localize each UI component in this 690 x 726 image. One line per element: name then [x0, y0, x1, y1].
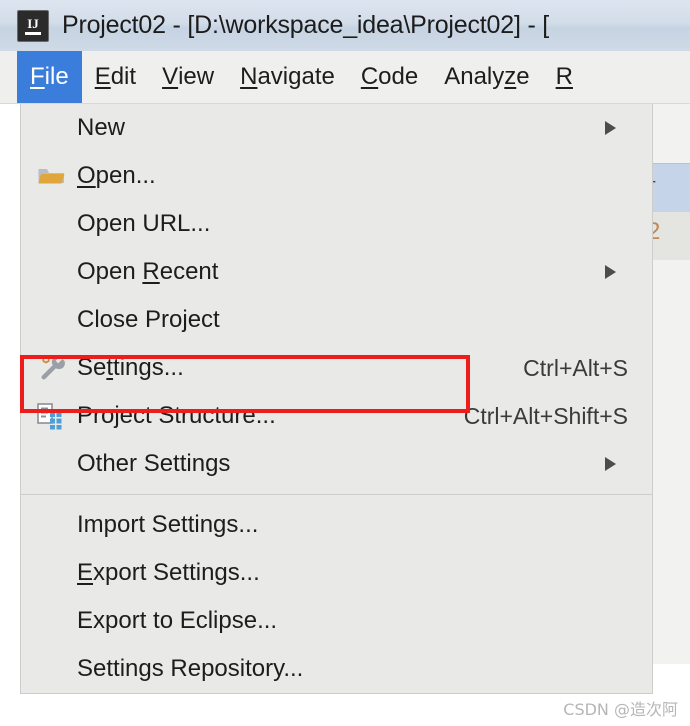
menu-item-label: Export Settings...: [77, 559, 260, 586]
menu-item-new[interactable]: New: [21, 104, 652, 152]
menu-item-export-to-eclipse[interactable]: Export to Eclipse...: [21, 597, 652, 645]
menu-item-label: Settings Repository...: [77, 655, 304, 682]
menubar-item-analyze[interactable]: Analy z e: [431, 51, 542, 103]
chevron-right-icon: [605, 457, 616, 471]
menu-item-label: New: [77, 114, 126, 141]
menu-item-open[interactable]: Open...: [21, 152, 652, 200]
chevron-right-icon: [605, 121, 616, 135]
menu-item-shortcut: Ctrl+Alt+Shift+S: [463, 402, 628, 429]
menu-item-label: Open Recent: [77, 258, 219, 285]
icon-slot: [21, 152, 77, 200]
menu-item-label: Settings...: [77, 354, 184, 381]
menu-item-close-project[interactable]: Close Project: [21, 296, 652, 344]
menu-item-label: Open...: [77, 162, 156, 189]
menubar-item-refactor[interactable]: R: [543, 51, 586, 103]
menu-item-label: Export to Eclipse...: [77, 607, 278, 634]
menu-item-import-settings[interactable]: Import Settings...: [21, 501, 652, 549]
settings-gear-wrench-icon: [41, 355, 65, 380]
chevron-right-icon: [605, 265, 616, 279]
menubar-item-code[interactable]: Code: [348, 51, 431, 103]
intellij-idea-icon: IJ: [18, 10, 48, 41]
menu-item-label: Open URL...: [77, 210, 211, 237]
app-icon-underbar: [25, 31, 41, 35]
menu-item-other-settings[interactable]: Other Settings: [21, 440, 652, 488]
menu-item-label: Import Settings...: [77, 511, 259, 538]
menubar-item-file[interactable]: File: [17, 51, 82, 103]
menu-item-label: Other Settings: [77, 450, 231, 477]
icon-slot: [21, 645, 77, 693]
menu-separator: [21, 494, 652, 495]
menu-item-settings-repository[interactable]: Settings Repository...: [21, 645, 652, 693]
menu-item-export-settings[interactable]: Export Settings...: [21, 549, 652, 597]
title-bar: IJ Project02 - [D:\workspace_idea\Projec…: [0, 0, 690, 51]
icon-slot: [21, 549, 77, 597]
icon-slot: [21, 200, 77, 248]
icon-slot: [21, 248, 77, 296]
menu-item-settings[interactable]: Settings... Ctrl+Alt+S: [21, 344, 652, 392]
csdn-watermark: CSDN @造次阿: [563, 700, 678, 719]
menu-bar[interactable]: File Edit View Navigate Code Analy z e R: [0, 51, 690, 104]
menu-item-project-structure[interactable]: Project Structure... Ctrl+Alt+Shift+S: [21, 392, 652, 440]
icon-slot: [21, 104, 77, 152]
app-icon-letters: IJ: [27, 15, 39, 31]
folder-icon: [38, 169, 65, 184]
icon-slot: [21, 597, 77, 645]
file-dropdown-menu[interactable]: New Open... Open URL... Open Recent Clos…: [20, 104, 653, 694]
project-structure-icon: [37, 403, 62, 430]
menubar-item-navigate[interactable]: Navigate: [227, 51, 348, 103]
menu-item-label: Close Project: [77, 306, 220, 333]
icon-slot: [21, 440, 77, 488]
icon-slot: [21, 296, 77, 344]
menubar-item-view[interactable]: View: [149, 51, 227, 103]
menu-item-open-url[interactable]: Open URL...: [21, 200, 652, 248]
window-title: Project02 - [D:\workspace_idea\Project02…: [62, 11, 550, 39]
icon-slot: [21, 501, 77, 549]
icon-slot: [21, 344, 77, 392]
menu-item-open-recent[interactable]: Open Recent: [21, 248, 652, 296]
menu-item-label: Project Structure...: [77, 402, 276, 429]
icon-slot: [21, 392, 77, 440]
application-window: IJ Project02 - [D:\workspace_idea\Projec…: [0, 0, 690, 726]
menu-item-shortcut: Ctrl+Alt+S: [523, 354, 628, 381]
menubar-item-edit[interactable]: Edit: [82, 51, 149, 103]
